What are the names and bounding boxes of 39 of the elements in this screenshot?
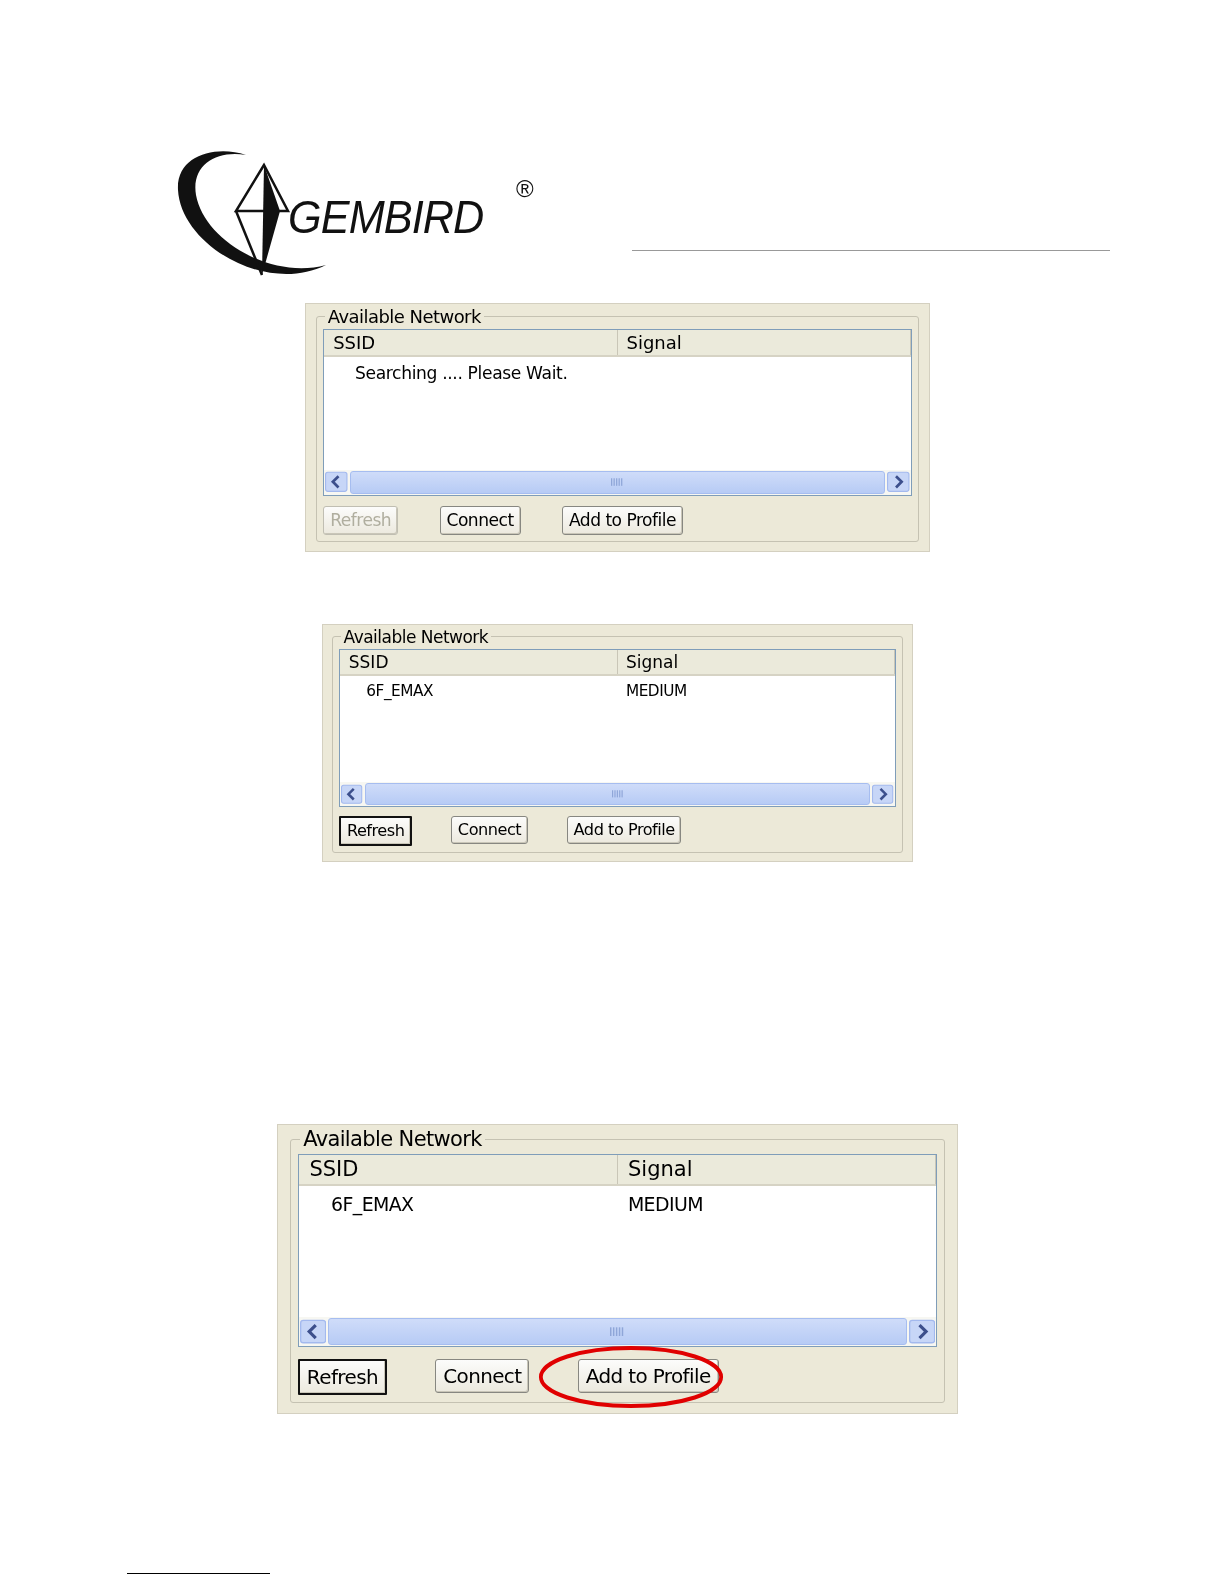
group-title: Available Network <box>326 305 482 327</box>
horizontal-scrollbar[interactable] <box>340 781 895 806</box>
status-message: Searching .... Please Wait. <box>353 363 569 384</box>
table-cell: 6F_EMAX <box>366 681 434 700</box>
scroll-thumb[interactable] <box>328 1317 907 1346</box>
table-cell: MEDIUM <box>627 1192 703 1215</box>
action-button[interactable]: Refresh <box>297 1358 387 1395</box>
brand-name: GEMBIRD <box>288 189 484 244</box>
column-header[interactable]: Signal <box>617 330 911 356</box>
horizontal-scrollbar[interactable] <box>324 469 911 495</box>
scroll-left-icon[interactable] <box>341 783 363 805</box>
column-header[interactable]: SSID <box>324 330 618 356</box>
action-button[interactable]: Add to Profile <box>577 1358 719 1393</box>
scroll-right-icon[interactable] <box>908 1318 936 1344</box>
grip-icon <box>610 1326 625 1337</box>
grip-icon <box>611 790 624 798</box>
table-cell: MEDIUM <box>625 681 687 700</box>
scroll-thumb[interactable] <box>349 470 886 494</box>
scroll-thumb[interactable] <box>364 782 871 805</box>
action-button[interactable]: Add to Profile <box>561 505 684 535</box>
action-button[interactable]: Connect <box>439 505 521 535</box>
action-button[interactable]: Connect <box>435 1358 530 1393</box>
horizontal-scrollbar[interactable] <box>298 1316 937 1347</box>
scroll-left-icon[interactable] <box>299 1318 327 1344</box>
group-title: Available Network <box>302 1127 483 1152</box>
column-header[interactable]: SSID <box>340 650 618 674</box>
group-title: Available Network <box>342 626 490 647</box>
scroll-left-icon[interactable] <box>325 471 348 494</box>
column-header[interactable]: SSID <box>298 1155 618 1184</box>
scroll-right-icon[interactable] <box>887 471 910 494</box>
action-button[interactable]: Add to Profile <box>566 816 682 844</box>
column-header[interactable]: Signal <box>617 1155 937 1184</box>
registered-mark: ® <box>516 175 534 203</box>
action-button[interactable]: Connect <box>451 816 528 844</box>
column-header[interactable]: Signal <box>617 650 895 674</box>
grip-icon <box>611 478 624 487</box>
table-cell: 6F_EMAX <box>331 1192 414 1215</box>
action-button[interactable]: Refresh <box>339 816 413 846</box>
scroll-right-icon[interactable] <box>872 783 894 805</box>
